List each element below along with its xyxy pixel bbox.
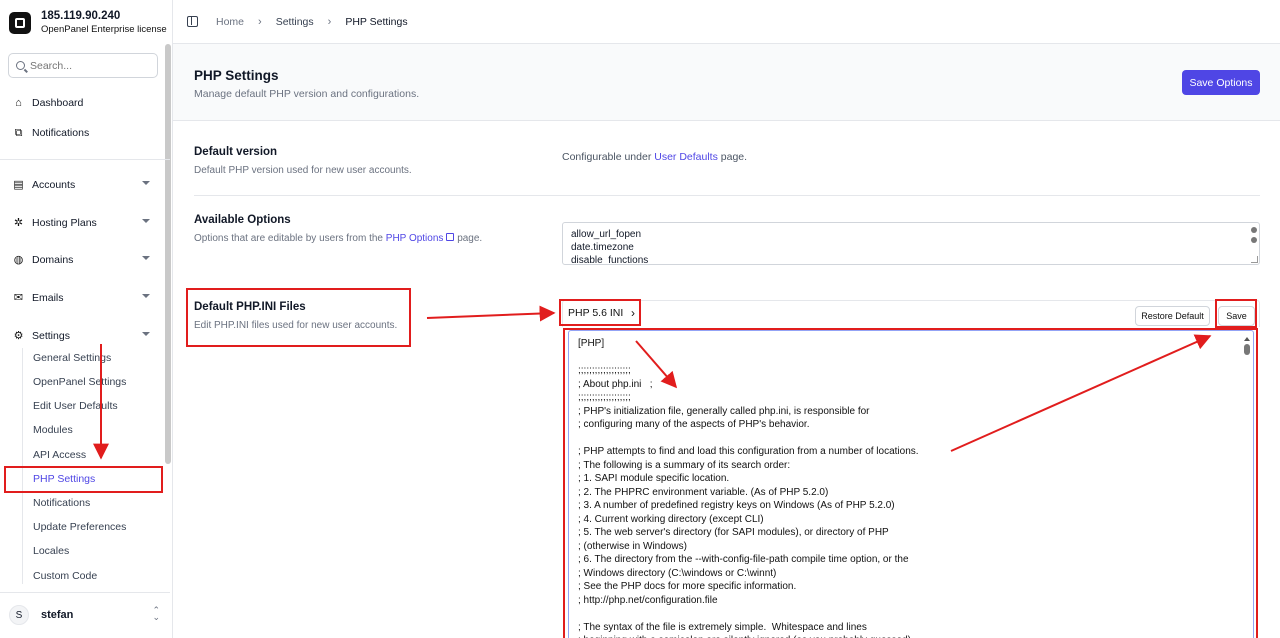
search-box[interactable] [8, 53, 158, 78]
mail-icon: ✉ [13, 291, 24, 304]
hosting-plans-icon: ✲ [13, 216, 24, 229]
license-label: OpenPanel Enterprise license [41, 24, 167, 35]
sidebar-item-domains[interactable]: ◍ Domains [0, 250, 170, 270]
chevron-down-icon [142, 294, 150, 298]
sidebar-subitem-openpanel-settings[interactable]: OpenPanel Settings [33, 376, 126, 388]
option-line: date.timezone [571, 242, 634, 253]
user-defaults-link[interactable]: User Defaults [654, 151, 718, 163]
resize-handle-icon[interactable] [1251, 256, 1258, 263]
globe-icon: ◍ [13, 253, 24, 266]
default-version-desc: Default PHP version used for new user ac… [194, 165, 412, 176]
chevron-right-icon: › [258, 15, 262, 28]
sidebar-subitem-locales[interactable]: Locales [33, 545, 69, 557]
search-icon [16, 61, 25, 70]
user-menu[interactable]: S stefan ⌃ ⌄ [9, 604, 164, 626]
restore-default-button[interactable]: Restore Default [1135, 306, 1210, 326]
sidebar-item-label: Hosting Plans [32, 217, 97, 229]
chevron-updown-icon: ⌃ ⌄ [152, 605, 160, 622]
sidebar-subitem-custom-code[interactable]: Custom Code [33, 570, 97, 582]
sidebar-subitem-update-preferences[interactable]: Update Preferences [33, 521, 126, 533]
available-options-desc: Options that are editable by users from … [194, 233, 482, 244]
chevron-down-icon [142, 181, 150, 185]
php-options-link-label: PHP Options [385, 233, 444, 244]
options-desc-suffix: page. [457, 233, 483, 244]
topbar: Home › Settings › PHP Settings [173, 0, 1280, 44]
page-header: PHP Settings Manage default PHP version … [173, 44, 1280, 121]
chevron-down-icon [142, 332, 150, 336]
sidebar-item-label: Accounts [32, 179, 76, 191]
annotation-box-save [1215, 299, 1257, 328]
annotation-box-editor [563, 328, 1258, 638]
option-line: disable_functions [571, 255, 649, 265]
config-note-prefix: Configurable under [562, 151, 652, 163]
annotation-box-php-settings [4, 466, 163, 493]
sidebar-divider [0, 159, 170, 160]
brand[interactable]: 185.119.90.240 OpenPanel Enterprise lice… [9, 9, 167, 36]
sidebar-item-emails[interactable]: ✉ Emails [0, 288, 170, 308]
option-line: allow_url_fopen [571, 229, 642, 240]
default-version-title: Default version [194, 146, 278, 158]
sidebar-subitem-modules[interactable]: Modules [33, 424, 73, 436]
sidebar-item-hosting-plans[interactable]: ✲ Hosting Plans [0, 213, 170, 233]
accounts-icon: ▤ [13, 178, 24, 191]
external-link-icon [446, 233, 455, 241]
annotation-box-version-tab [559, 299, 641, 326]
chevron-down-icon [142, 219, 150, 223]
avatar: S [9, 605, 29, 625]
breadcrumb-current: PHP Settings [345, 15, 408, 28]
sidebar-subitem-general-settings[interactable]: General Settings [33, 352, 111, 364]
user-name: stefan [41, 609, 74, 621]
openpanel-logo-icon [9, 11, 31, 34]
sidebar-item-settings[interactable]: ⚙ Settings [0, 326, 170, 346]
config-note-suffix: page. [720, 151, 748, 163]
php-options-link[interactable]: PHP Options [386, 233, 455, 244]
sidebar-toggle-icon[interactable] [187, 16, 198, 27]
ini-editor-toolbar: PHP 5.6 INI › Restore Default Save [562, 300, 1260, 327]
save-options-button[interactable]: Save Options [1182, 70, 1260, 95]
breadcrumb-settings[interactable]: Settings [276, 16, 314, 28]
sidebar-subitem-notifications[interactable]: Notifications [33, 497, 90, 509]
page-subtitle: Manage default PHP version and configura… [194, 88, 420, 100]
sidebar-subitem-edit-user-defaults[interactable]: Edit User Defaults [33, 400, 118, 412]
available-options-textarea[interactable]: allow_url_fopen date.timezone disable_fu… [562, 222, 1260, 265]
sidebar-item-label: Notifications [32, 127, 90, 139]
search-input[interactable] [30, 59, 150, 72]
options-desc-prefix: Options that are editable by users from … [194, 233, 383, 244]
textarea-scrollbar[interactable] [1251, 227, 1257, 257]
breadcrumb-home[interactable]: Home [216, 16, 244, 28]
default-version-config-note: Configurable under User Defaults page. [562, 151, 747, 163]
chevron-right-icon: › [327, 15, 332, 28]
sidebar-item-label: Emails [32, 292, 64, 304]
sidebar-subitem-api-access[interactable]: API Access [33, 449, 86, 461]
sidebar-item-dashboard[interactable]: ⌂ Dashboard [0, 93, 170, 113]
sidebar-divider [0, 592, 170, 593]
annotation-box-ini-title [186, 288, 411, 347]
page-title: PHP Settings [194, 68, 279, 83]
available-options-title: Available Options [194, 214, 291, 226]
sidebar-item-accounts[interactable]: ▤ Accounts [0, 175, 170, 195]
chevron-down-icon [142, 256, 150, 260]
section-divider [194, 195, 1260, 196]
notification-icon: ⧉ [14, 126, 23, 139]
sidebar: 185.119.90.240 OpenPanel Enterprise lice… [0, 0, 173, 638]
dashboard-icon: ⌂ [15, 96, 22, 109]
sidebar-item-notifications[interactable]: ⧉ Notifications [0, 123, 170, 143]
gear-icon: ⚙ [13, 329, 24, 342]
sidebar-item-label: Domains [32, 254, 74, 266]
server-ip: 185.119.90.240 [41, 10, 121, 22]
sidebar-item-label: Settings [32, 330, 70, 342]
sidebar-item-label: Dashboard [32, 97, 84, 109]
